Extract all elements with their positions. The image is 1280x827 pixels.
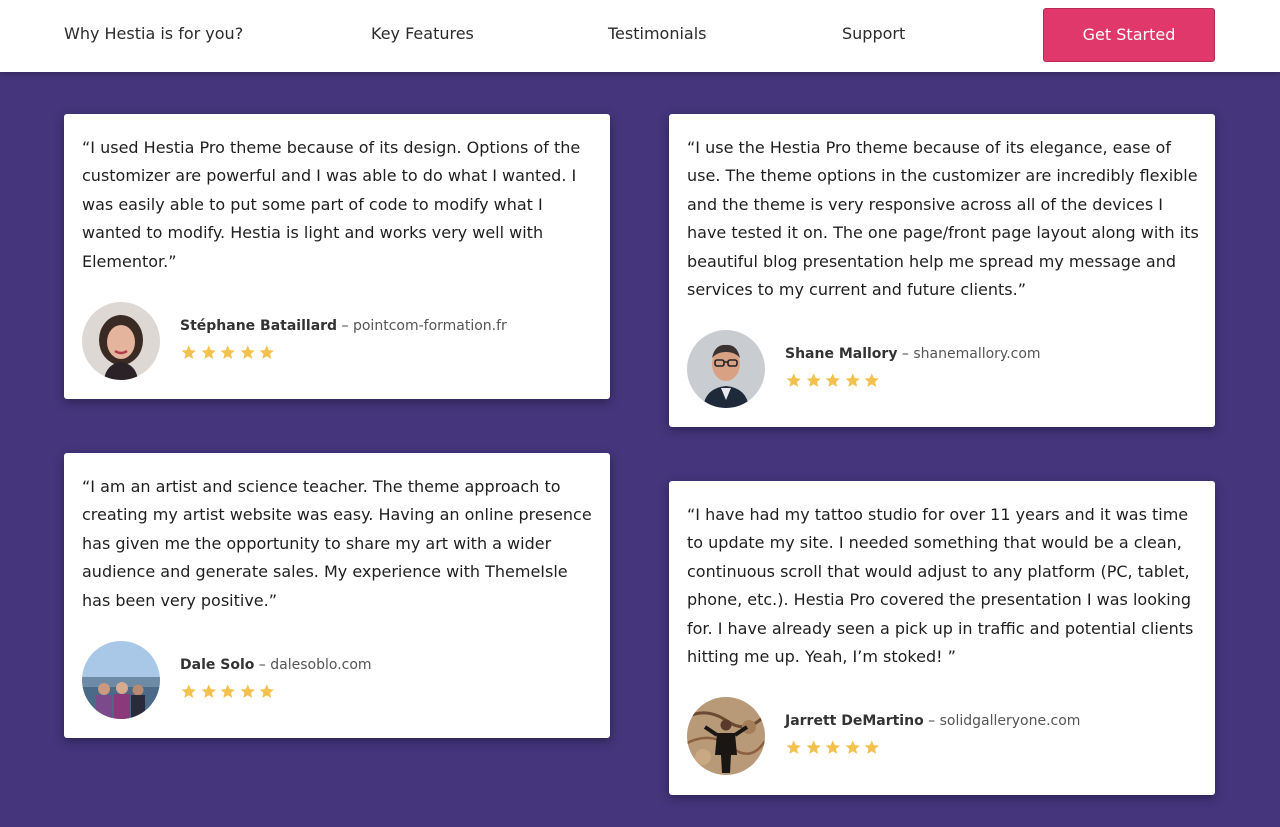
top-navbar: Why Hestia is for you? Key Features Test…	[0, 0, 1280, 72]
avatar	[687, 697, 765, 775]
author-separator: –	[254, 657, 271, 673]
author-separator: –	[923, 713, 940, 729]
author-meta: Stéphane Bataillard – pointcom-formation…	[180, 316, 507, 362]
author-meta: Dale Solo – dalesoblo.com	[180, 655, 372, 701]
star-icon	[845, 740, 860, 754]
star-icon	[806, 740, 821, 754]
star-icon	[201, 345, 216, 359]
star-icon	[240, 345, 255, 359]
get-started-button[interactable]: Get Started	[1043, 8, 1215, 62]
nav-link-testimonials[interactable]: Testimonials	[608, 24, 707, 44]
author-separator: –	[337, 318, 353, 334]
star-icon	[825, 373, 840, 387]
star-icon	[845, 373, 860, 387]
author-meta: Shane Mallory – shanemallory.com	[785, 344, 1041, 390]
star-icon	[786, 740, 801, 754]
avatar	[82, 302, 160, 380]
portrait-man-glasses-photo-icon	[687, 330, 765, 408]
testimonial-quote: “I am an artist and science teacher. The…	[82, 477, 592, 610]
star-icon	[181, 684, 196, 698]
testimonial-card: “I have had my tattoo studio for over 11…	[669, 481, 1215, 795]
nav-link-why-hestia[interactable]: Why Hestia is for you?	[64, 24, 243, 44]
nav-link-key-features[interactable]: Key Features	[371, 24, 474, 44]
star-icon	[220, 684, 235, 698]
star-icon	[864, 373, 879, 387]
nav-link-support[interactable]: Support	[842, 24, 905, 44]
author-website: solidgalleryone.com	[939, 713, 1081, 729]
star-icon	[806, 373, 821, 387]
star-icon	[181, 345, 196, 359]
portrait-woman-photo-icon	[82, 302, 160, 380]
author-name: Shane Mallory	[785, 346, 898, 362]
author-separator: –	[897, 346, 914, 362]
star-icon	[201, 684, 216, 698]
star-icon	[864, 740, 879, 754]
author-name: Jarrett DeMartino	[785, 713, 924, 729]
author-website: dalesoblo.com	[270, 657, 372, 673]
testimonial-quote: “I used Hestia Pro theme because of its …	[82, 138, 581, 271]
author-meta: Jarrett DeMartino – solidgalleryone.com	[785, 711, 1080, 757]
author-website: shanemallory.com	[913, 346, 1041, 362]
testimonial-card: “I use the Hestia Pro theme because of i…	[669, 114, 1215, 427]
star-icon	[240, 684, 255, 698]
star-rating	[180, 683, 372, 701]
testimonial-quote: “I use the Hestia Pro theme because of i…	[687, 138, 1199, 300]
author-name: Stéphane Bataillard	[180, 318, 338, 334]
star-icon	[786, 373, 801, 387]
author-name: Dale Solo	[180, 657, 255, 673]
star-rating	[785, 739, 1080, 757]
star-icon	[220, 345, 235, 359]
star-icon	[825, 740, 840, 754]
group-waterfront-photo-icon	[82, 641, 160, 719]
avatar	[687, 330, 765, 408]
man-mural-photo-icon	[687, 697, 765, 775]
star-rating	[180, 344, 507, 362]
testimonial-card: “I am an artist and science teacher. The…	[64, 453, 610, 738]
author-website: pointcom-formation.fr	[352, 318, 507, 334]
star-icon	[259, 345, 274, 359]
testimonial-card: “I used Hestia Pro theme because of its …	[64, 114, 610, 399]
star-rating	[785, 372, 1041, 390]
star-icon	[259, 684, 274, 698]
avatar	[82, 641, 160, 719]
testimonial-quote: “I have had my tattoo studio for over 11…	[687, 505, 1194, 667]
